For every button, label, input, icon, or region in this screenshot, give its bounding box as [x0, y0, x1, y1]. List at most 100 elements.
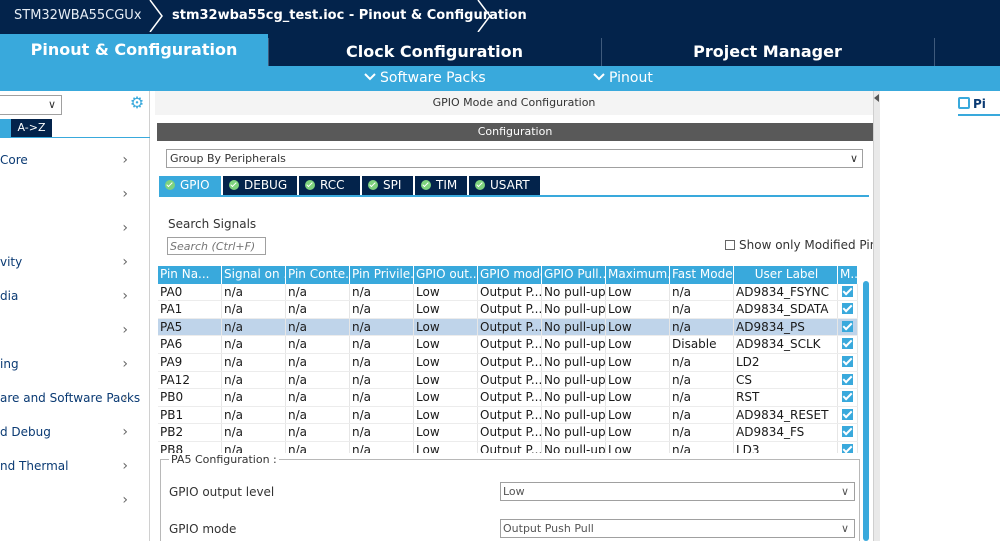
modified-checkbox[interactable] — [838, 406, 858, 425]
table-cell: Disable — [670, 336, 734, 354]
category-item[interactable]: › — [0, 483, 150, 517]
table-row[interactable]: PA6n/an/an/aLowOutput P...No pull-up...L… — [158, 336, 858, 354]
group-by-select[interactable]: Group By Peripherals ∨ — [166, 149, 863, 168]
table-cell: No pull-up... — [542, 406, 606, 425]
column-header[interactable]: GPIO Pull... — [542, 266, 606, 284]
modified-checkbox[interactable] — [838, 424, 858, 442]
panel-splitter[interactable] — [873, 91, 880, 541]
column-header[interactable]: Pin Na... — [158, 266, 222, 284]
modified-checkbox[interactable] — [838, 371, 858, 390]
categories-sort-button[interactable] — [0, 119, 11, 137]
gpio-output-level-select[interactable]: Low ∨ — [500, 482, 855, 501]
tab-label: USART — [490, 178, 530, 192]
table-cell: PA5 — [158, 318, 222, 337]
tab-usart[interactable]: USART — [469, 176, 540, 195]
column-header[interactable]: Maximum... — [606, 266, 670, 284]
tab-label: SPI — [383, 178, 402, 192]
table-row[interactable]: PB2n/an/an/aLowOutput P...No pull-up...L… — [158, 424, 858, 442]
pinout-view-panel: Pi — [880, 91, 1000, 541]
table-cell: AD9834_SDATA — [734, 301, 838, 319]
tab-debug[interactable]: DEBUG — [223, 176, 297, 195]
table-cell: n/a — [286, 371, 350, 390]
breadcrumb-device[interactable]: STM32WBA55CGUx — [14, 0, 142, 32]
tab-label: RCC — [320, 178, 345, 192]
modified-checkbox[interactable] — [838, 389, 858, 407]
table-row[interactable]: PB0n/an/an/aLowOutput P...No pull-up...L… — [158, 389, 858, 407]
table-row[interactable]: PA12n/an/an/aLowOutput P...No pull-up...… — [158, 371, 858, 390]
check-circle-icon — [475, 180, 485, 190]
tab-label: TIM — [436, 178, 458, 192]
column-header[interactable]: Pin Privile... — [350, 266, 414, 284]
tab-tim[interactable]: TIM — [415, 176, 467, 195]
column-header[interactable]: Pin Conte... — [286, 266, 350, 284]
table-cell: PB1 — [158, 406, 222, 425]
category-item[interactable]: nd Thermal › — [0, 449, 150, 483]
category-item[interactable]: vity › — [0, 245, 150, 279]
table-row[interactable]: PB1n/an/an/aLowOutput P...No pull-up...L… — [158, 406, 858, 425]
tab-tools[interactable] — [934, 38, 1000, 66]
table-cell: No pull-up... — [542, 336, 606, 354]
column-header[interactable]: Signal on ... — [222, 266, 286, 284]
category-item[interactable]: are and Software Packs › — [0, 381, 150, 415]
modified-checkbox[interactable] — [838, 318, 858, 337]
software-packs-menu[interactable]: Software Packs — [364, 66, 486, 91]
tab-rcc[interactable]: RCC — [299, 176, 360, 195]
table-cell: Output P... — [478, 318, 542, 337]
alphabetical-sort-button[interactable]: A->Z — [11, 119, 52, 137]
category-item[interactable]: › — [0, 211, 150, 245]
column-header[interactable]: GPIO out... — [414, 266, 478, 284]
table-cell: AD9834_PS — [734, 318, 838, 337]
category-item[interactable]: › — [0, 313, 150, 347]
breadcrumb-file[interactable]: stm32wba55cg_test.ioc - Pinout & Configu… — [172, 0, 527, 32]
table-cell: n/a — [222, 283, 286, 302]
pinout-menu[interactable]: Pinout — [593, 66, 653, 91]
category-filter-combo[interactable]: ∨ — [0, 95, 62, 115]
table-cell: PA9 — [158, 354, 222, 372]
gpio-mode-select[interactable]: Output Push Pull ∨ — [500, 519, 855, 538]
table-row[interactable]: PA0n/an/an/aLowOutput P...No pull-up...L… — [158, 283, 858, 302]
column-header[interactable]: M... — [838, 266, 858, 284]
chevron-down-icon: ∨ — [840, 522, 849, 535]
table-cell: No pull-up... — [542, 283, 606, 302]
chevron-right-icon: › — [122, 220, 128, 236]
column-header[interactable]: GPIO mode — [478, 266, 542, 284]
category-item[interactable]: Core › — [0, 143, 150, 177]
table-row[interactable]: PA9n/an/an/aLowOutput P...No pull-up...L… — [158, 354, 858, 372]
column-header[interactable]: User Label — [734, 266, 838, 284]
column-header[interactable]: Fast Mode — [670, 266, 734, 284]
modified-checkbox[interactable] — [838, 354, 858, 372]
gear-icon[interactable]: ⚙ — [128, 94, 146, 112]
category-item[interactable]: dia › — [0, 279, 150, 313]
tab-label: GPIO — [180, 178, 210, 192]
table-cell: n/a — [670, 301, 734, 319]
table-cell: No pull-up... — [542, 371, 606, 390]
modified-checkbox[interactable] — [838, 336, 858, 354]
tab-project-manager[interactable]: Project Manager — [601, 38, 933, 66]
modified-checkbox[interactable] — [838, 442, 858, 453]
table-cell: n/a — [670, 442, 734, 453]
pin-configuration-group: PA5 Configuration : GPIO output level Lo… — [160, 453, 860, 541]
tab-clock-configuration[interactable]: Clock Configuration — [268, 38, 600, 66]
table-row[interactable]: PB8n/an/an/aLowOutput P...No pull-up...L… — [158, 442, 858, 453]
category-item[interactable]: › — [0, 177, 150, 211]
collapse-arrow-icon[interactable] — [874, 94, 879, 102]
table-cell: n/a — [350, 389, 414, 407]
category-label: are and Software Packs — [0, 391, 141, 405]
modified-checkbox[interactable] — [838, 301, 858, 319]
table-cell: AD9834_RESET — [734, 406, 838, 425]
category-item[interactable]: ing › — [0, 347, 150, 381]
table-row[interactable]: PA5n/an/an/aLowOutput P...No pull-up...L… — [158, 318, 858, 337]
show-modified-checkbox[interactable]: Show only Modified Pins — [725, 238, 884, 252]
modified-checkbox[interactable] — [838, 283, 858, 302]
chevron-right-icon: › — [122, 424, 128, 440]
tab-gpio[interactable]: GPIO — [159, 176, 221, 195]
table-row[interactable]: PA1n/an/an/aLowOutput P...No pull-up...L… — [158, 301, 858, 319]
tab-pinout-configuration[interactable]: Pinout & Configuration — [0, 34, 268, 66]
vertical-scrollbar[interactable] — [863, 281, 869, 541]
search-signals-input[interactable] — [167, 237, 266, 255]
tab-spi[interactable]: SPI — [362, 176, 413, 195]
tab-pinout-view[interactable]: Pi — [958, 94, 1000, 114]
category-item[interactable]: d Debug › — [0, 415, 150, 449]
chevron-down-icon: ∨ — [47, 98, 56, 111]
table-cell: RST — [734, 389, 838, 407]
